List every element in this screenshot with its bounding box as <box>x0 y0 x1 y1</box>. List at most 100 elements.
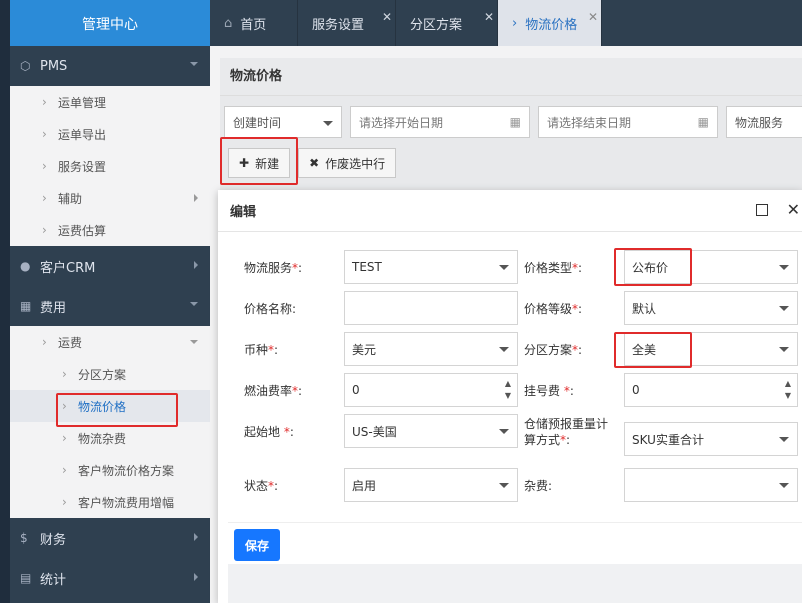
sidebar-item-freight-estimate[interactable]: › 运费估算 <box>10 214 210 246</box>
chevron-right-icon: › <box>62 463 67 477</box>
chevron-right-icon: › <box>42 191 47 205</box>
chevron-right-icon: › <box>62 399 67 413</box>
dropdown-arrow-icon <box>499 265 509 270</box>
sidebar-group-label: 费用 <box>40 300 67 316</box>
action-buttons: ✚ 新建 ✖ 作废选中行 <box>228 148 397 178</box>
fuel-rate-input[interactable]: 0 ▲ ▼ <box>344 373 518 407</box>
close-icon[interactable]: ✕ <box>787 200 800 219</box>
spinner-icon[interactable]: ▲ ▼ <box>505 378 511 402</box>
void-selected-button[interactable]: ✖ 作废选中行 <box>298 148 397 178</box>
chevron-right-icon: › <box>42 159 47 173</box>
sidebar-item-zone-scheme[interactable]: › 分区方案 <box>10 358 210 390</box>
caret-right-icon <box>194 533 198 541</box>
sidebar-group-label: PMS <box>40 58 68 74</box>
caret-down-icon <box>190 62 198 66</box>
origin-label: 起始地 *: <box>244 425 294 439</box>
dialog-footer: 保存 <box>228 522 802 564</box>
misc-fee-select[interactable] <box>624 468 798 502</box>
dialog-form: 物流服务*: TEST 价格类型*: 公布价 价格名称: 价格等级*: 默认 币… <box>228 240 802 522</box>
save-button[interactable]: 保存 <box>234 529 280 561</box>
new-button[interactable]: ✚ 新建 <box>228 148 291 178</box>
status-label: 状态*: <box>244 479 279 493</box>
price-type-select[interactable]: 公布价 <box>624 250 798 284</box>
dropdown-arrow-icon <box>779 265 789 270</box>
edit-dialog: 编辑 ✕ 物流服务*: TEST 价格类型*: 公布价 价格名称: 价格等级*:… <box>218 190 802 603</box>
close-icon[interactable]: ✕ <box>484 10 494 24</box>
sidebar-group-crm[interactable]: ● 客户CRM <box>10 246 210 286</box>
tab-logistics-price[interactable]: › 物流价格 ✕ <box>498 0 602 46</box>
end-date-input[interactable]: 请选择结束日期 ▦ <box>538 106 718 138</box>
sidebar-item-customer-fee-increase[interactable]: › 客户物流费用增幅 <box>10 486 210 518</box>
chevron-right-icon: › <box>42 127 47 141</box>
sidebar-group-label: 客户CRM <box>40 260 96 276</box>
home-icon: ⌂ <box>224 15 233 31</box>
calendar-icon: ▦ <box>697 115 709 129</box>
status-select[interactable]: 启用 <box>344 468 518 502</box>
tab-zone-scheme[interactable]: 分区方案 ✕ <box>396 0 498 46</box>
plus-icon: ✚ <box>239 156 250 170</box>
dropdown-arrow-icon <box>779 483 789 488</box>
weight-calc-select[interactable]: SKU实重合计 <box>624 422 798 456</box>
tab-home[interactable]: ⌂ 首页 <box>210 0 298 46</box>
sidebar-item-waybill-export[interactable]: › 运单导出 <box>10 118 210 150</box>
zone-scheme-label: 分区方案*: <box>524 343 583 357</box>
origin-select[interactable]: US-美国 <box>344 414 518 448</box>
chevron-right-icon: › <box>62 367 67 381</box>
zone-scheme-select[interactable]: 全美 <box>624 332 798 366</box>
sidebar: 管理中心 ⬡ PMS › 运单管理 › 运单导出 › 服务设置 › 辅助 › 运费估算 ●… <box>10 0 210 603</box>
cube-icon: ⬡ <box>20 59 31 73</box>
fees-submenu: › 运费 › 分区方案 › 物流价格 › 物流杂费 › 客户物流价格方案 › 客户物流费用增… <box>10 326 210 518</box>
caret-right-icon <box>194 194 198 202</box>
chart-icon: ▤ <box>20 571 32 585</box>
maximize-icon[interactable] <box>756 204 768 216</box>
calendar-icon: ▦ <box>509 115 521 129</box>
sidebar-item-auxiliary[interactable]: › 辅助 <box>10 182 210 214</box>
time-type-select[interactable]: 创建时间 <box>224 106 342 138</box>
sidebar-item-waybill[interactable]: › 运单管理 <box>10 86 210 118</box>
start-date-input[interactable]: 请选择开始日期 ▦ <box>350 106 530 138</box>
sidebar-group-pms[interactable]: ⬡ PMS <box>10 46 210 86</box>
sidebar-item-freight[interactable]: › 运费 <box>10 326 210 358</box>
price-level-select[interactable]: 默认 <box>624 291 798 325</box>
dropdown-arrow-icon <box>323 121 333 126</box>
spinner-icon[interactable]: ▲ ▼ <box>785 378 791 402</box>
dialog-bottom-area <box>228 564 802 603</box>
chevron-right-icon: › <box>62 431 67 445</box>
brand-title: 管理中心 <box>10 0 210 46</box>
currency-select[interactable]: 美元 <box>344 332 518 366</box>
dialog-title: 编辑 <box>230 205 257 220</box>
page-title: 物流价格 <box>220 58 802 96</box>
close-icon[interactable]: ✕ <box>382 10 392 24</box>
left-edge <box>0 0 10 603</box>
sidebar-group-fees[interactable]: ▦ 费用 <box>10 286 210 326</box>
price-name-input[interactable] <box>344 291 518 325</box>
caret-right-icon <box>194 573 198 581</box>
price-level-label: 价格等级*: <box>524 302 583 316</box>
misc-fee-label: 杂费: <box>524 479 553 493</box>
chevron-right-icon: › <box>512 15 518 31</box>
service-select[interactable]: TEST <box>344 250 518 284</box>
sidebar-item-service-settings[interactable]: › 服务设置 <box>10 150 210 182</box>
filter-bar: 创建时间 请选择开始日期 ▦ 请选择结束日期 ▦ 物流服务 <box>224 106 802 138</box>
tab-service-settings[interactable]: 服务设置 ✕ <box>298 0 396 46</box>
sidebar-item-customer-price-plan[interactable]: › 客户物流价格方案 <box>10 454 210 486</box>
service-select[interactable]: 物流服务 <box>726 106 802 138</box>
price-name-label: 价格名称: <box>244 302 297 316</box>
caret-down-icon <box>190 340 198 344</box>
weight-calc-label: 仓储预报重量计 算方式*: <box>524 417 609 447</box>
sidebar-group-stats[interactable]: ▤ 统计 <box>10 558 210 598</box>
dropdown-arrow-icon <box>779 306 789 311</box>
currency-label: 币种*: <box>244 343 279 357</box>
chevron-right-icon: › <box>62 495 67 509</box>
dropdown-arrow-icon <box>499 429 509 434</box>
registration-fee-input[interactable]: 0 ▲ ▼ <box>624 373 798 407</box>
chevron-right-icon: › <box>42 223 47 237</box>
sidebar-item-logistics-price[interactable]: › 物流价格 <box>10 390 210 422</box>
dollar-icon: $ <box>20 531 28 545</box>
service-label: 物流服务*: <box>244 261 303 275</box>
sidebar-item-logistics-misc[interactable]: › 物流杂费 <box>10 422 210 454</box>
sidebar-group-finance[interactable]: $ 财务 <box>10 518 210 558</box>
close-icon: ✖ <box>309 156 320 170</box>
close-icon[interactable]: ✕ <box>588 10 598 24</box>
caret-down-icon <box>190 302 198 306</box>
